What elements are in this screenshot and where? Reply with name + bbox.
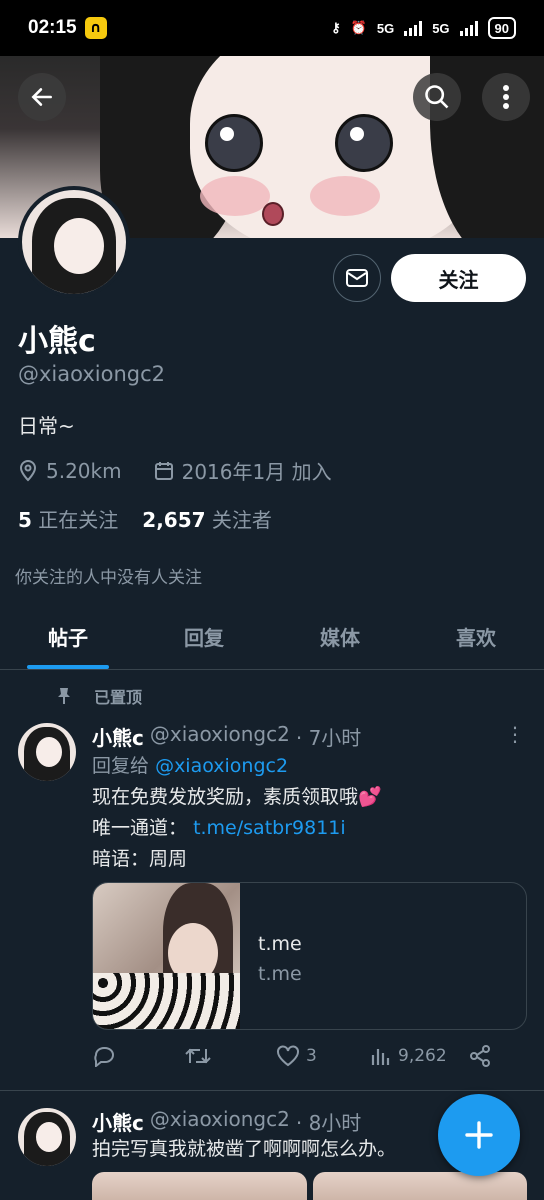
tweet-avatar[interactable] bbox=[18, 723, 76, 781]
more-options-button[interactable] bbox=[482, 73, 530, 121]
reply-icon bbox=[94, 1047, 114, 1067]
pinned-label: 已置顶 bbox=[94, 688, 143, 707]
retweet-icon bbox=[185, 1048, 211, 1064]
calendar-icon bbox=[154, 461, 173, 480]
reply-prefix: 回复给 bbox=[92, 755, 150, 777]
mail-icon bbox=[346, 269, 368, 287]
profile-meta: 5.20km 2016年1月 加入 bbox=[18, 456, 332, 485]
status-bar: 02:15 ∩ ⚷ ⏰ 5G 5G 90 bbox=[0, 0, 544, 56]
profile-avatar[interactable] bbox=[18, 186, 130, 298]
tweet-author-name[interactable]: 小熊c bbox=[92, 722, 144, 751]
app-notification-icon: ∩ bbox=[84, 17, 107, 39]
tweet-time: · 7小时 bbox=[295, 726, 362, 750]
arrow-left-icon bbox=[31, 88, 52, 106]
reply-button[interactable] bbox=[92, 1045, 184, 1067]
tweet-actions: 3 9,262 bbox=[92, 1045, 512, 1067]
profile-name: 小熊c bbox=[18, 324, 96, 359]
location-text: 5.20km bbox=[46, 458, 122, 483]
profile-handle: @xiaoxiongc2 bbox=[18, 362, 165, 386]
signal-icon-2 bbox=[459, 20, 478, 36]
views-button[interactable]: 9,262 bbox=[370, 1046, 468, 1066]
search-icon bbox=[425, 85, 449, 109]
tab-posts[interactable]: 帖子 bbox=[0, 604, 136, 669]
tweet-header: 小熊c @xiaoxiongc2 · 7小时 bbox=[92, 722, 361, 751]
views-chart-icon bbox=[371, 1049, 390, 1065]
share-icon bbox=[470, 1045, 490, 1067]
status-time: 02:15 bbox=[28, 17, 77, 38]
share-button[interactable] bbox=[468, 1045, 492, 1067]
tweet-divider bbox=[0, 1090, 544, 1091]
tweet-link[interactable]: t.me/satbr9811i bbox=[193, 817, 346, 839]
tweet-body-2: 拍完写真我就被凿了啊啊啊怎么办。 bbox=[92, 1138, 397, 1160]
pin-icon bbox=[58, 688, 70, 704]
tweet-line-2: 唯一通道： t.me/satbr9811i bbox=[92, 813, 382, 844]
heart-icon bbox=[277, 1045, 299, 1067]
network-label-2: 5G bbox=[432, 20, 450, 36]
followers-link[interactable]: 2,657 关注者 bbox=[142, 504, 272, 533]
like-count: 3 bbox=[306, 1046, 317, 1066]
battery-indicator: 90 bbox=[487, 17, 516, 39]
tweet-more-icon[interactable]: ⋮ bbox=[505, 722, 525, 746]
network-label-1: 5G bbox=[376, 20, 395, 36]
tweet-author-name-2[interactable]: 小熊c bbox=[92, 1107, 144, 1136]
compose-button[interactable] bbox=[438, 1094, 520, 1176]
link-card[interactable]: t.me t.me bbox=[92, 882, 527, 1030]
reply-line: 回复给 @xiaoxiongc2 bbox=[92, 751, 382, 782]
tweet-media-2[interactable] bbox=[92, 1172, 527, 1200]
back-button[interactable] bbox=[18, 73, 66, 121]
mutual-follow-note: 你关注的人中没有人关注 bbox=[15, 568, 202, 588]
follow-stats: 5 正在关注 2,657 关注者 bbox=[18, 504, 272, 533]
profile-bio: 日常~ bbox=[18, 414, 75, 438]
tweet-line-3: 暗语：周周 bbox=[92, 848, 188, 870]
search-button[interactable] bbox=[413, 73, 461, 121]
key-icon: ⚷ bbox=[331, 20, 341, 35]
message-button[interactable] bbox=[333, 254, 381, 302]
tweet-line-1: 现在免费发放奖励，素质领取哦💕 bbox=[92, 786, 382, 808]
view-count: 9,262 bbox=[398, 1046, 447, 1066]
following-count: 5 bbox=[18, 508, 32, 532]
location-pin-icon bbox=[19, 459, 37, 481]
tweet-author-handle-2[interactable]: @xiaoxiongc2 bbox=[150, 1107, 290, 1136]
tweet-time-2: · 8小时 bbox=[295, 1111, 362, 1135]
like-button[interactable]: 3 bbox=[276, 1045, 370, 1067]
joined-date: 2016年1月 加入 bbox=[181, 460, 332, 484]
reply-to-link[interactable]: @xiaoxiongc2 bbox=[155, 755, 288, 777]
tab-replies[interactable]: 回复 bbox=[136, 604, 272, 669]
following-label: 正在关注 bbox=[38, 508, 119, 532]
tab-likes[interactable]: 喜欢 bbox=[408, 604, 544, 669]
signal-icon bbox=[404, 20, 423, 36]
tweet-author-handle[interactable]: @xiaoxiongc2 bbox=[150, 722, 290, 751]
plus-icon bbox=[465, 1121, 493, 1149]
pinned-indicator: 已置顶 bbox=[56, 684, 142, 708]
tweet-header-2: 小熊c @xiaoxiongc2 · 8小时 bbox=[92, 1107, 361, 1136]
link-card-domain: t.me bbox=[258, 963, 302, 985]
link-card-image bbox=[93, 883, 240, 1029]
tweet-line-2-label: 唯一通道： bbox=[92, 817, 188, 839]
followers-count: 2,657 bbox=[142, 508, 206, 532]
followers-label: 关注者 bbox=[211, 508, 272, 532]
tweet-body: 回复给 @xiaoxiongc2 现在免费发放奖励，素质领取哦💕 唯一通道： t… bbox=[92, 751, 382, 875]
tweet-avatar-2[interactable] bbox=[18, 1108, 76, 1166]
follow-button[interactable]: 关注 bbox=[391, 254, 526, 302]
alarm-icon: ⏰ bbox=[350, 20, 367, 35]
more-vertical-icon bbox=[503, 85, 509, 109]
profile-tabs: 帖子 回复 媒体 喜欢 bbox=[0, 604, 544, 670]
retweet-button[interactable] bbox=[184, 1045, 276, 1067]
link-card-title: t.me bbox=[258, 933, 302, 955]
tab-media[interactable]: 媒体 bbox=[272, 604, 408, 669]
following-link[interactable]: 5 正在关注 bbox=[18, 504, 118, 533]
